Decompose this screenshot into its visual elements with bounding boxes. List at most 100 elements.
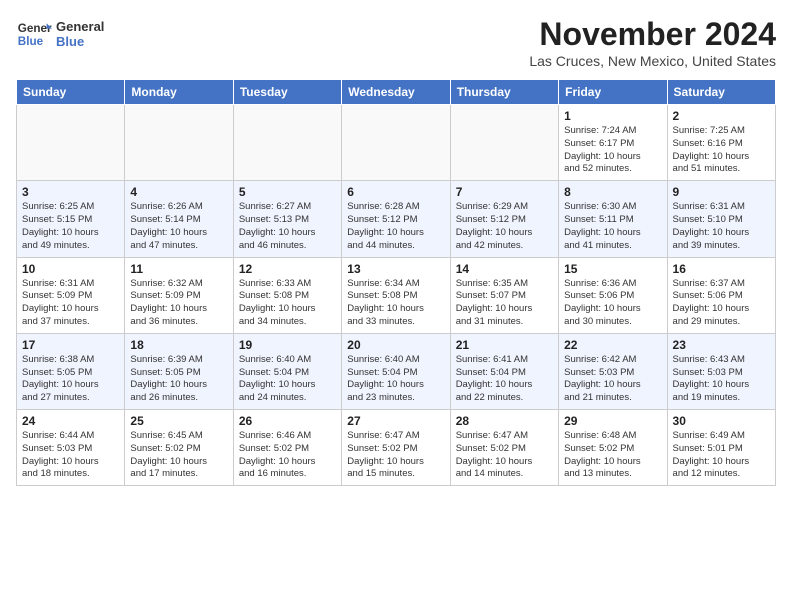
day-number: 20 [347, 338, 444, 352]
day-number: 21 [456, 338, 553, 352]
calendar-cell: 10 Sunrise: 6:31 AM Sunset: 5:09 PM Dayli… [17, 257, 125, 333]
calendar-cell: 11Sunrise: 6:32 AM Sunset: 5:09 PM Dayli… [125, 257, 233, 333]
day-number: 19 [239, 338, 336, 352]
day-number: 4 [130, 185, 227, 199]
day-number: 16 [673, 262, 770, 276]
day-info: Sunrise: 6:44 AM Sunset: 5:03 PM Dayligh… [22, 430, 119, 481]
day-number: 17 [22, 338, 119, 352]
day-info: Sunrise: 6:31 AM Sunset: 5:09 PM Dayligh… [22, 278, 119, 329]
column-header-saturday: Saturday [667, 80, 775, 105]
calendar-cell: 13 Sunrise: 6:34 AM Sunset: 5:08 PM Dayli… [342, 257, 450, 333]
day-number: 26 [239, 414, 336, 428]
day-number: 23 [673, 338, 770, 352]
calendar-cell: 4 Sunrise: 6:26 AM Sunset: 5:14 PM Daylig… [125, 181, 233, 257]
day-number: 14 [456, 262, 553, 276]
calendar-cell: 30 Sunrise: 6:49 AM Sunset: 5:01 PM Dayli… [667, 410, 775, 486]
calendar-cell: 3Sunrise: 6:25 AM Sunset: 5:15 PM Daylig… [17, 181, 125, 257]
calendar-cell [233, 105, 341, 181]
calendar-table: SundayMondayTuesdayWednesdayThursdayFrid… [16, 79, 776, 486]
calendar-cell: 8Sunrise: 6:30 AM Sunset: 5:11 PM Daylig… [559, 181, 667, 257]
column-header-tuesday: Tuesday [233, 80, 341, 105]
calendar-cell [450, 105, 558, 181]
day-number: 30 [673, 414, 770, 428]
calendar-cell: 21 Sunrise: 6:41 AM Sunset: 5:04 PM Dayli… [450, 333, 558, 409]
day-info: Sunrise: 6:33 AM Sunset: 5:08 PM Dayligh… [239, 278, 336, 329]
day-info: Sunrise: 6:38 AM Sunset: 5:05 PM Dayligh… [22, 354, 119, 405]
day-info: Sunrise: 6:26 AM Sunset: 5:14 PM Dayligh… [130, 201, 227, 252]
day-info: Sunrise: 6:36 AM Sunset: 5:06 PM Dayligh… [564, 278, 661, 329]
day-info: Sunrise: 6:45 AM Sunset: 5:02 PM Dayligh… [130, 430, 227, 481]
day-info: Sunrise: 6:46 AM Sunset: 5:02 PM Dayligh… [239, 430, 336, 481]
day-number: 25 [130, 414, 227, 428]
calendar-cell: 19Sunrise: 6:40 AM Sunset: 5:04 PM Dayli… [233, 333, 341, 409]
logo-icon: General Blue [16, 16, 52, 52]
day-info: Sunrise: 6:43 AM Sunset: 5:03 PM Dayligh… [673, 354, 770, 405]
day-number: 10 [22, 262, 119, 276]
column-header-sunday: Sunday [17, 80, 125, 105]
calendar-cell: 1Sunrise: 7:24 AM Sunset: 6:17 PM Daylig… [559, 105, 667, 181]
day-info: Sunrise: 6:37 AM Sunset: 5:06 PM Dayligh… [673, 278, 770, 329]
day-number: 29 [564, 414, 661, 428]
day-info: Sunrise: 6:32 AM Sunset: 5:09 PM Dayligh… [130, 278, 227, 329]
calendar-cell [342, 105, 450, 181]
logo-text-general: General [56, 19, 104, 34]
calendar-cell: 24 Sunrise: 6:44 AM Sunset: 5:03 PM Dayli… [17, 410, 125, 486]
day-number: 15 [564, 262, 661, 276]
day-number: 3 [22, 185, 119, 199]
column-header-friday: Friday [559, 80, 667, 105]
header: General Blue General Blue November 2024 … [16, 16, 776, 69]
day-number: 9 [673, 185, 770, 199]
calendar-week-row: 3Sunrise: 6:25 AM Sunset: 5:15 PM Daylig… [17, 181, 776, 257]
calendar-cell [17, 105, 125, 181]
calendar-cell: 15 Sunrise: 6:36 AM Sunset: 5:06 PM Dayli… [559, 257, 667, 333]
logo: General Blue General Blue [16, 16, 104, 52]
calendar-cell: 29 Sunrise: 6:48 AM Sunset: 5:02 PM Dayli… [559, 410, 667, 486]
calendar-cell: 6 Sunrise: 6:28 AM Sunset: 5:12 PM Daylig… [342, 181, 450, 257]
day-number: 27 [347, 414, 444, 428]
calendar-cell: 2Sunrise: 7:25 AM Sunset: 6:16 PM Daylig… [667, 105, 775, 181]
calendar-cell: 5 Sunrise: 6:27 AM Sunset: 5:13 PM Daylig… [233, 181, 341, 257]
day-info: Sunrise: 6:48 AM Sunset: 5:02 PM Dayligh… [564, 430, 661, 481]
day-number: 18 [130, 338, 227, 352]
day-info: Sunrise: 6:34 AM Sunset: 5:08 PM Dayligh… [347, 278, 444, 329]
svg-text:Blue: Blue [18, 35, 44, 48]
calendar-cell: 26 Sunrise: 6:46 AM Sunset: 5:02 PM Dayli… [233, 410, 341, 486]
day-info: Sunrise: 7:25 AM Sunset: 6:16 PM Dayligh… [673, 125, 770, 176]
day-number: 7 [456, 185, 553, 199]
day-info: Sunrise: 6:35 AM Sunset: 5:07 PM Dayligh… [456, 278, 553, 329]
calendar-cell: 7Sunrise: 6:29 AM Sunset: 5:12 PM Daylig… [450, 181, 558, 257]
calendar-cell: 23 Sunrise: 6:43 AM Sunset: 5:03 PM Dayli… [667, 333, 775, 409]
calendar-week-row: 1Sunrise: 7:24 AM Sunset: 6:17 PM Daylig… [17, 105, 776, 181]
day-number: 24 [22, 414, 119, 428]
day-info: Sunrise: 6:28 AM Sunset: 5:12 PM Dayligh… [347, 201, 444, 252]
day-number: 12 [239, 262, 336, 276]
day-number: 8 [564, 185, 661, 199]
day-info: Sunrise: 6:47 AM Sunset: 5:02 PM Dayligh… [347, 430, 444, 481]
calendar-cell: 14 Sunrise: 6:35 AM Sunset: 5:07 PM Dayli… [450, 257, 558, 333]
calendar-week-row: 24 Sunrise: 6:44 AM Sunset: 5:03 PM Dayli… [17, 410, 776, 486]
day-number: 13 [347, 262, 444, 276]
day-number: 1 [564, 109, 661, 123]
day-info: Sunrise: 6:41 AM Sunset: 5:04 PM Dayligh… [456, 354, 553, 405]
calendar-cell: 22Sunrise: 6:42 AM Sunset: 5:03 PM Dayli… [559, 333, 667, 409]
column-header-monday: Monday [125, 80, 233, 105]
title-area: November 2024 Las Cruces, New Mexico, Un… [529, 16, 776, 69]
calendar-week-row: 10 Sunrise: 6:31 AM Sunset: 5:09 PM Dayli… [17, 257, 776, 333]
logo-text-blue: Blue [56, 34, 104, 49]
day-number: 5 [239, 185, 336, 199]
calendar-week-row: 17 Sunrise: 6:38 AM Sunset: 5:05 PM Dayli… [17, 333, 776, 409]
day-info: Sunrise: 6:27 AM Sunset: 5:13 PM Dayligh… [239, 201, 336, 252]
calendar-cell: 16 Sunrise: 6:37 AM Sunset: 5:06 PM Dayli… [667, 257, 775, 333]
day-number: 28 [456, 414, 553, 428]
calendar-cell: 25 Sunrise: 6:45 AM Sunset: 5:02 PM Dayli… [125, 410, 233, 486]
month-year-title: November 2024 [529, 16, 776, 53]
column-header-wednesday: Wednesday [342, 80, 450, 105]
calendar-cell: 27 Sunrise: 6:47 AM Sunset: 5:02 PM Dayli… [342, 410, 450, 486]
column-header-thursday: Thursday [450, 80, 558, 105]
day-number: 6 [347, 185, 444, 199]
calendar-cell: 17 Sunrise: 6:38 AM Sunset: 5:05 PM Dayli… [17, 333, 125, 409]
calendar-cell: 12 Sunrise: 6:33 AM Sunset: 5:08 PM Dayli… [233, 257, 341, 333]
day-info: Sunrise: 6:42 AM Sunset: 5:03 PM Dayligh… [564, 354, 661, 405]
day-info: Sunrise: 6:31 AM Sunset: 5:10 PM Dayligh… [673, 201, 770, 252]
day-info: Sunrise: 6:49 AM Sunset: 5:01 PM Dayligh… [673, 430, 770, 481]
